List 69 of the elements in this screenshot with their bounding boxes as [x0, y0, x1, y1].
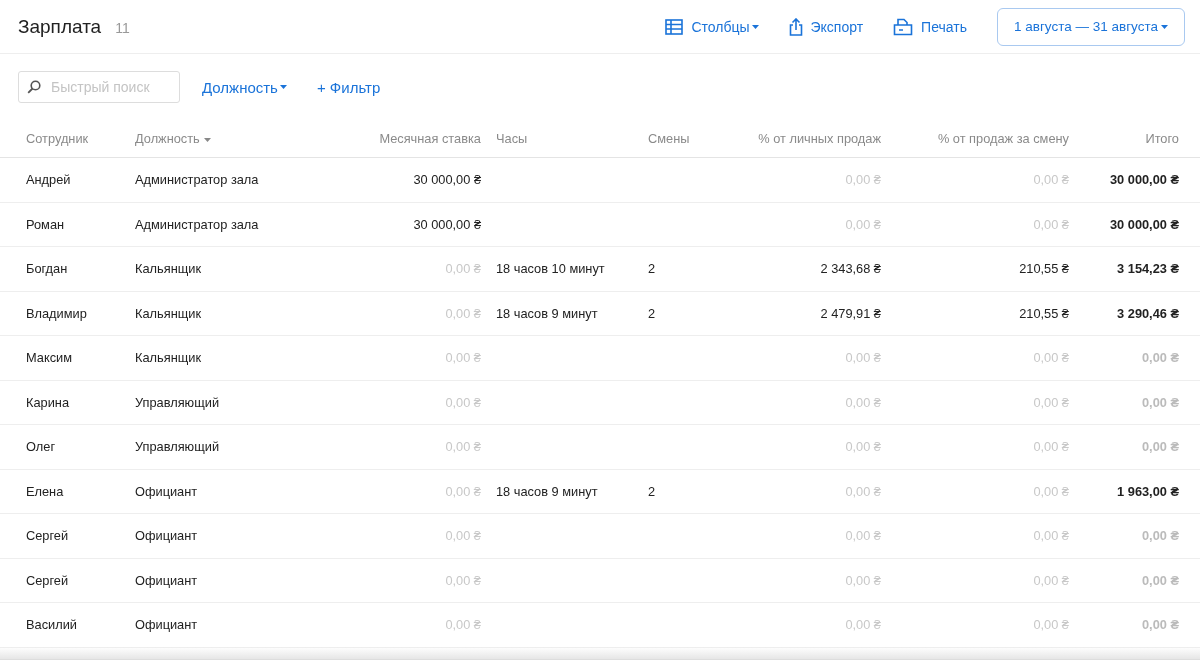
table-cell: 0,00 ₴ — [1069, 513, 1200, 558]
table-cell: 210,55 ₴ — [881, 291, 1069, 336]
table-cell: Управляющий — [135, 424, 295, 469]
export-button[interactable]: Экспорт — [788, 17, 864, 36]
table-cell: 30 000,00 ₴ — [295, 202, 481, 247]
table-cell: Максим — [0, 335, 135, 380]
column-header[interactable]: % от продаж за смену — [881, 120, 1069, 158]
table-cell: 18 часов 10 минут — [496, 261, 605, 277]
position-filter[interactable]: Должность — [202, 78, 295, 96]
page-title: Зарплата — [18, 15, 102, 38]
table-cell: 2 — [648, 261, 656, 277]
table-cell: Елена — [0, 469, 135, 514]
table-cell: 0,00 ₴ — [1069, 558, 1200, 603]
table-cell: Кальянщик — [135, 291, 295, 336]
table-cell: Официант — [135, 558, 295, 603]
table-cell: Василий — [0, 602, 135, 647]
table-cell: 30 000,00 ₴ — [1069, 157, 1200, 202]
table-cell: 0,00 ₴ — [1069, 335, 1200, 380]
search-field[interactable]: Быстрый поиск — [18, 71, 180, 103]
table-cell: Владимир — [0, 291, 135, 336]
table-cell: Богдан — [0, 246, 135, 291]
table-cell: Администратор зала — [135, 157, 295, 202]
table-cell: 0,00 ₴ — [1069, 424, 1200, 469]
table-cell: 30 000,00 ₴ — [1069, 202, 1200, 247]
table-cell: 3 290,46 ₴ — [1069, 291, 1200, 336]
caret-icon — [751, 24, 759, 29]
caret-icon — [1161, 24, 1168, 29]
column-header[interactable]: Часы — [481, 120, 648, 158]
table-cell: 2 — [648, 483, 656, 499]
column-header[interactable]: Должность — [135, 120, 295, 158]
table-icon — [665, 18, 684, 35]
column-header[interactable]: % от личных продаж — [718, 120, 881, 158]
table-cell: Администратор зала — [135, 202, 295, 247]
table-cell: 2 479,91 ₴ — [718, 291, 881, 336]
table-cell: Управляющий — [135, 380, 295, 425]
column-header[interactable]: Смены — [648, 120, 718, 158]
table-cell: Роман — [0, 202, 135, 247]
table-cell: Олег — [0, 424, 135, 469]
table-cell: Андрей — [0, 157, 135, 202]
table-cell: 0,00 ₴ — [1069, 380, 1200, 425]
record-count: 11 — [115, 19, 130, 36]
table-cell: 18 часов 9 минут — [496, 305, 598, 321]
table-cell: Сергей — [0, 513, 135, 558]
table-cell: Кальянщик — [135, 246, 295, 291]
table-cell: Сергей — [0, 558, 135, 603]
table-cell: 2 343,68 ₴ — [718, 246, 881, 291]
table-cell: 3 154,23 ₴ — [1069, 246, 1200, 291]
table-cell: Карина — [0, 380, 135, 425]
date-range-button[interactable]: 1 августа — 31 августа — [997, 7, 1185, 46]
share-icon — [788, 17, 803, 36]
add-filter-button[interactable]: + Фильтр — [316, 78, 381, 96]
table-cell: Кальянщик — [135, 335, 295, 380]
table-cell: Официант — [135, 513, 295, 558]
printer-icon — [893, 17, 914, 36]
table-cell: 0,00 ₴ — [1069, 602, 1200, 647]
caret-icon — [279, 85, 287, 89]
table-cell: 210,55 ₴ — [881, 246, 1069, 291]
table-cell: Официант — [135, 469, 295, 514]
print-button[interactable]: Печать — [893, 17, 967, 36]
table-cell: Официант — [135, 602, 295, 647]
column-header[interactable]: Сотрудник — [0, 120, 135, 158]
table-cell: 2 — [648, 305, 656, 321]
column-header[interactable]: Месячная ставка — [295, 120, 481, 158]
table-cell: 1 963,00 ₴ — [1069, 469, 1200, 514]
search-icon — [27, 80, 41, 94]
table-cell: 18 часов 9 минут — [496, 483, 598, 499]
table-cell: 30 000,00 ₴ — [295, 157, 481, 202]
columns-button[interactable]: Столбцы — [665, 18, 759, 35]
column-header[interactable]: Итого — [1069, 120, 1200, 158]
